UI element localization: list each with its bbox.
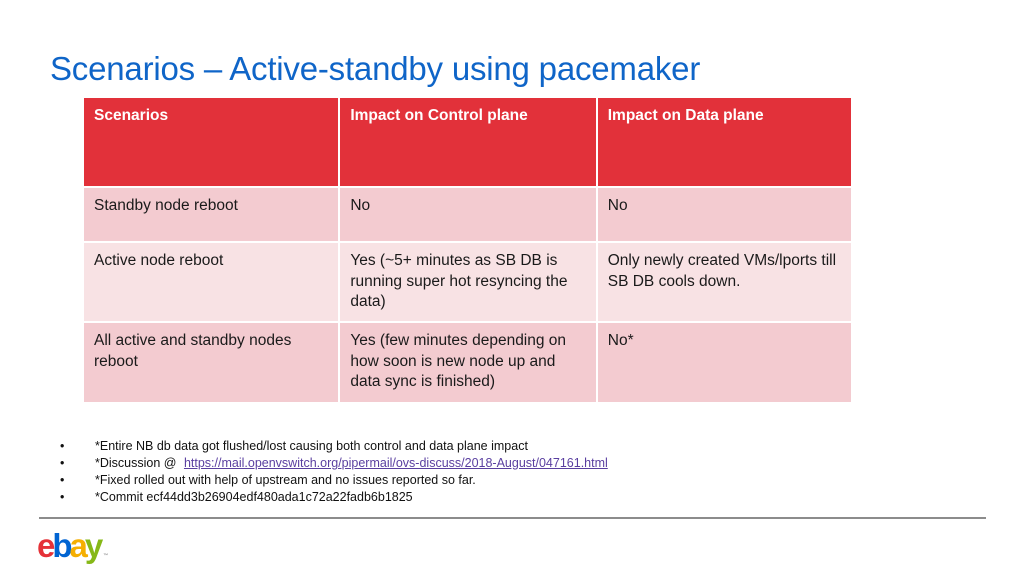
header-scenarios: Scenarios [81, 96, 341, 188]
cell-control-plane: Yes (~5+ minutes as SB DB is running sup… [338, 241, 598, 323]
notes-list: • *Entire NB db data got flushed/lost ca… [58, 438, 608, 506]
cell-data-plane: No [595, 186, 854, 243]
note-text: *Entire NB db data got flushed/lost caus… [95, 439, 528, 453]
cell-scenario: Standby node reboot [81, 186, 341, 243]
header-data-plane: Impact on Data plane [595, 96, 854, 188]
note-item: • *Commit ecf44dd3b26904edf480ada1c72a22… [58, 489, 608, 506]
table-row: Standby node reboot No No [81, 186, 854, 243]
note-item: • *Entire NB db data got flushed/lost ca… [58, 438, 608, 455]
logo-letter-a: a [69, 527, 88, 564]
trademark-icon: ™ [103, 553, 109, 559]
note-text: *Discussion @ [95, 456, 177, 470]
bullet-icon: • [60, 473, 65, 487]
note-text: *Commit ecf44dd3b26904edf480ada1c72a22fa… [95, 490, 413, 504]
table-row: All active and standby nodes reboot Yes … [81, 321, 854, 404]
note-item: • *Discussion @ https://mail.openvswitch… [58, 455, 608, 472]
cell-control-plane: Yes (few minutes depending on how soon i… [338, 321, 598, 404]
cell-scenario: All active and standby nodes reboot [81, 321, 341, 404]
bullet-icon: • [60, 456, 65, 470]
bullet-icon: • [60, 490, 65, 504]
discussion-link[interactable]: https://mail.openvswitch.org/pipermail/o… [184, 456, 608, 470]
cell-scenario: Active node reboot [81, 241, 341, 323]
logo-letter-b: b [52, 527, 72, 564]
table-header-row: Scenarios Impact on Control plane Impact… [81, 96, 854, 188]
footer-divider [39, 517, 986, 519]
note-item: • *Fixed rolled out with help of upstrea… [58, 472, 608, 489]
logo-letter-e: e [37, 527, 55, 564]
bullet-icon: • [60, 439, 65, 453]
header-control-plane: Impact on Control plane [338, 96, 598, 188]
ebay-logo: ebay ™ [37, 526, 109, 566]
note-text: *Fixed rolled out with help of upstream … [95, 473, 476, 487]
scenarios-table: Scenarios Impact on Control plane Impact… [81, 96, 854, 404]
slide-title: Scenarios – Active-standby using pacemak… [50, 50, 701, 87]
logo-letter-y: y [84, 527, 103, 564]
table-row: Active node reboot Yes (~5+ minutes as S… [81, 241, 854, 323]
cell-control-plane: No [338, 186, 598, 243]
cell-data-plane: No* [595, 321, 854, 404]
cell-data-plane: Only newly created VMs/lports till SB DB… [595, 241, 854, 323]
